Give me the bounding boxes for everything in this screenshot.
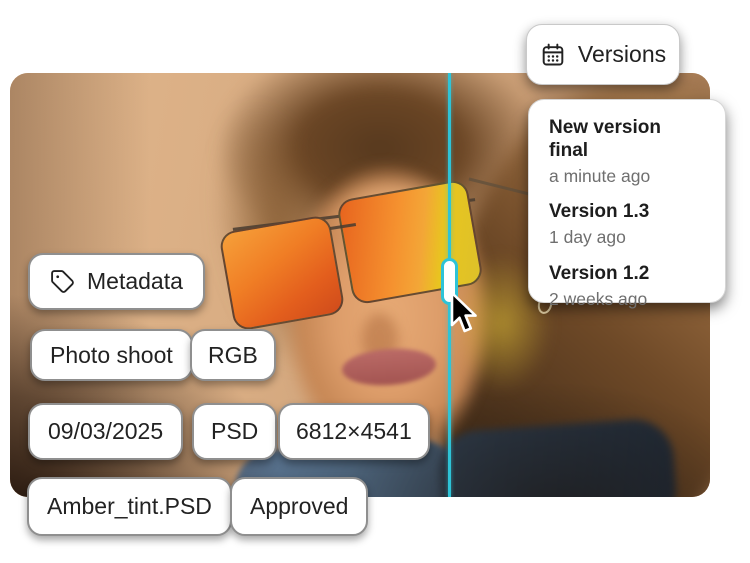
version-name: New version final (549, 117, 705, 163)
versions-button-label: Versions (578, 41, 666, 68)
chip-dimensions[interactable]: 6812×4541 (278, 403, 430, 460)
versions-button[interactable]: Versions (526, 24, 680, 85)
tag-icon (50, 269, 75, 294)
version-name: Version 1.3 (549, 201, 705, 224)
chip-file-type[interactable]: PSD (192, 403, 277, 460)
mouse-cursor-icon (448, 291, 482, 337)
version-list-item[interactable]: Version 1.3 1 day ago (549, 201, 705, 249)
asset-versioning-screen: Versions New version final a minute ago … (0, 0, 750, 563)
version-name: Version 1.2 (549, 263, 705, 286)
chip-date[interactable]: 09/03/2025 (28, 403, 183, 460)
version-timestamp: 1 day ago (549, 227, 705, 249)
versions-panel: New version final a minute ago Version 1… (528, 99, 726, 303)
chip-color-mode[interactable]: RGB (190, 329, 276, 381)
calendar-icon (540, 42, 566, 68)
chip-photo-shoot[interactable]: Photo shoot (30, 329, 193, 381)
version-list-item[interactable]: New version final a minute ago (549, 117, 705, 187)
version-timestamp: 2 weeks ago (549, 289, 705, 311)
metadata-button-label: Metadata (87, 268, 183, 295)
version-list-item[interactable]: Version 1.2 2 weeks ago (549, 263, 705, 311)
chip-file-name[interactable]: Amber_tint.PSD (27, 477, 232, 536)
version-timestamp: a minute ago (549, 166, 705, 188)
metadata-button[interactable]: Metadata (28, 253, 205, 310)
chip-status[interactable]: Approved (230, 477, 368, 536)
